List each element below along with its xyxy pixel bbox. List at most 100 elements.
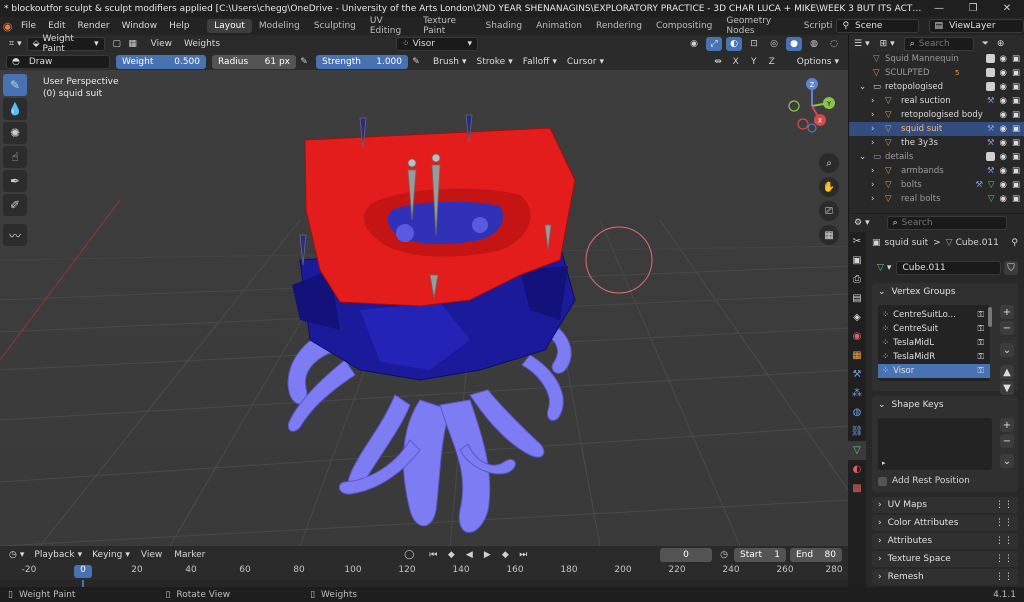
playback-menu[interactable]: Playback ▾ [29,548,87,562]
eye-icon[interactable]: ◉ [1000,138,1007,148]
menu-help[interactable]: Help [163,21,196,31]
menu-edit[interactable]: Edit [42,21,71,31]
properties-editor-type[interactable]: ⚙ ▾ [849,216,875,230]
wrench-icon[interactable]: ⚒ [987,138,995,148]
texture-tab-icon[interactable]: ▩ [848,479,866,498]
remove-shape-key-button[interactable]: − [1000,434,1014,448]
display-mode-dropdown[interactable]: ⊞ ▾ [875,37,900,51]
outliner-row[interactable]: ▽ Squid Mannequin ◉ ▣ [849,52,1024,66]
tab-rendering[interactable]: Rendering [589,19,649,33]
checkbox[interactable] [985,82,995,91]
perspective-toggle-icon[interactable]: ▦ [819,225,839,245]
mesh-data-icon[interactable]: ▽ [988,194,995,204]
drag-handle-icon[interactable]: ⋮⋮ [995,554,1013,564]
modifier-tab-icon[interactable]: ⚒ [848,365,866,384]
blur-brush-icon[interactable]: 💧 [3,98,27,120]
add-rest-position-row[interactable]: Add Rest Position [878,476,970,486]
expand-chevron-icon[interactable]: › [871,124,874,134]
keying-menu[interactable]: Keying ▾ [87,548,135,562]
eye-icon[interactable]: ◉ [1000,82,1007,92]
current-frame-field[interactable]: 0 [660,548,712,562]
scene-selector[interactable]: ⚲ Scene [836,19,919,33]
play-reverse-icon[interactable]: ◀ [461,548,477,562]
camera-view-icon[interactable]: ⎚ [819,201,839,221]
tab-scripting[interactable]: Scriptin [797,19,833,33]
material-tab-icon[interactable]: ◐ [848,460,866,479]
expand-chevron-icon[interactable]: › [871,166,874,176]
outliner-row[interactable]: › ▽ retopologised body ◉ ▣ [849,108,1024,122]
overlay-toggle-icon[interactable]: ◐ [726,37,742,51]
drag-handle-icon[interactable]: ⋮⋮ [995,518,1013,528]
close-button[interactable]: ✕ [990,3,1024,14]
tab-sculpting[interactable]: Sculpting [307,19,363,33]
output-tab-icon[interactable]: ⎙ [848,270,866,289]
shape-keys-list[interactable]: ▸ [878,418,992,470]
scene-tab-icon[interactable]: ◈ [848,308,866,327]
radius-slider[interactable]: Radius 61 px [212,54,296,69]
mesh-name-field[interactable]: Cube.011 [896,261,1001,275]
solid-shading-icon[interactable]: ● [786,37,802,51]
average-brush-icon[interactable]: ✺ [3,122,27,144]
filter-icon[interactable]: ⏷ [982,39,989,49]
sample-weight-icon[interactable]: ✒ [3,170,27,192]
zoom-icon[interactable]: ⌕ [819,153,839,173]
3d-viewport[interactable]: ✎ 💧 ✺ ☝ ✒ ✐ 〰 Z Y X ⌕ ✋ ⎚ ▦ [0,70,848,546]
expand-chevron-icon[interactable]: › [871,96,874,106]
uv-maps-header[interactable]: › UV Maps ⋮⋮ [872,497,1018,513]
move-up-button[interactable]: ▲ [1000,365,1014,379]
view-layer-tab-icon[interactable]: ▤ [848,289,866,308]
pan-hand-icon[interactable]: ✋ [819,177,839,197]
drag-handle-icon[interactable]: ⋮⋮ [995,500,1013,510]
gizmo-toggle-icon[interactable]: ⤢ [706,37,722,51]
blender-logo-icon[interactable]: ◉ [0,20,15,33]
vertex-group-item[interactable]: ⁘ CentreSuitLo... ⚿ [878,308,990,322]
lock-icon[interactable]: ⚿ [978,366,984,376]
wrench-icon[interactable]: ⚒ [987,124,995,134]
remesh-panel[interactable]: › Remesh ⋮⋮ [872,569,1018,585]
timeline-view-menu[interactable]: View [135,550,168,560]
checkbox[interactable] [985,152,995,161]
eye-icon[interactable]: ◉ [1000,96,1007,106]
outliner-row[interactable]: › ▽ real bolts ▽ ◉ ▣ [849,192,1024,206]
camera-icon[interactable]: ▣ [1012,152,1020,162]
menu-window[interactable]: Window [116,21,164,31]
eye-icon[interactable]: ◉ [1000,180,1007,190]
vertex-select-icon[interactable]: ▢ [109,37,125,51]
expand-chevron-icon[interactable]: › [871,110,874,120]
breadcrumb-data[interactable]: Cube.011 [956,238,999,248]
marker-menu[interactable]: Marker [168,550,211,560]
options-menu[interactable]: Options ▾ [792,55,844,69]
weight-slider[interactable]: Weight 0.500 [116,54,206,69]
camera-icon[interactable]: ▣ [1012,194,1020,204]
menu-weights[interactable]: Weights [178,39,226,49]
wrench-icon[interactable]: ⚒ [987,96,995,106]
camera-icon[interactable]: ▣ [1012,124,1020,134]
jump-start-icon[interactable]: ⏮ [425,548,441,562]
add-shape-key-button[interactable]: + [1000,418,1014,432]
lock-icon[interactable]: ⚿ [978,324,984,334]
camera-icon[interactable]: ▣ [1012,96,1020,106]
outliner-row-selected[interactable]: › ▽ squid suit ⚒ ◉ ▣ [849,122,1024,136]
texture-space-header[interactable]: › Texture Space ⋮⋮ [872,551,1018,567]
maximize-button[interactable]: ❐ [956,3,990,14]
uv-maps-panel[interactable]: › UV Maps ⋮⋮ [872,497,1018,513]
mesh-browse-dropdown[interactable]: ▽ ▾ [872,261,896,275]
mesh-data-tab-icon[interactable]: ▽ [848,441,866,460]
tool-tab-icon[interactable]: ✂ [848,232,866,251]
checkbox[interactable] [985,68,995,77]
lock-icon[interactable]: ⚿ [978,338,984,348]
face-select-icon[interactable]: ▦ [125,37,141,51]
tab-compositing[interactable]: Compositing [649,19,719,33]
mirror-y-toggle[interactable]: Y [746,55,762,69]
color-attributes-header[interactable]: › Color Attributes ⋮⋮ [872,515,1018,531]
timeline-editor-type[interactable]: ◷ ▾ [4,548,29,562]
add-vertex-group-button[interactable]: + [1000,305,1014,319]
gradient-tool-icon[interactable]: 〰 [3,224,27,246]
menu-render[interactable]: Render [72,21,116,31]
new-collection-icon[interactable]: ⊕ [997,39,1005,49]
outliner-row[interactable]: › ▽ bolts ⚒ ▽ ◉ ▣ [849,178,1024,192]
material-shading-icon[interactable]: ◍ [806,37,822,51]
end-frame-field[interactable]: End 80 [790,548,842,562]
object-tab-icon[interactable]: ▦ [848,346,866,365]
attributes-header[interactable]: › Attributes ⋮⋮ [872,533,1018,549]
